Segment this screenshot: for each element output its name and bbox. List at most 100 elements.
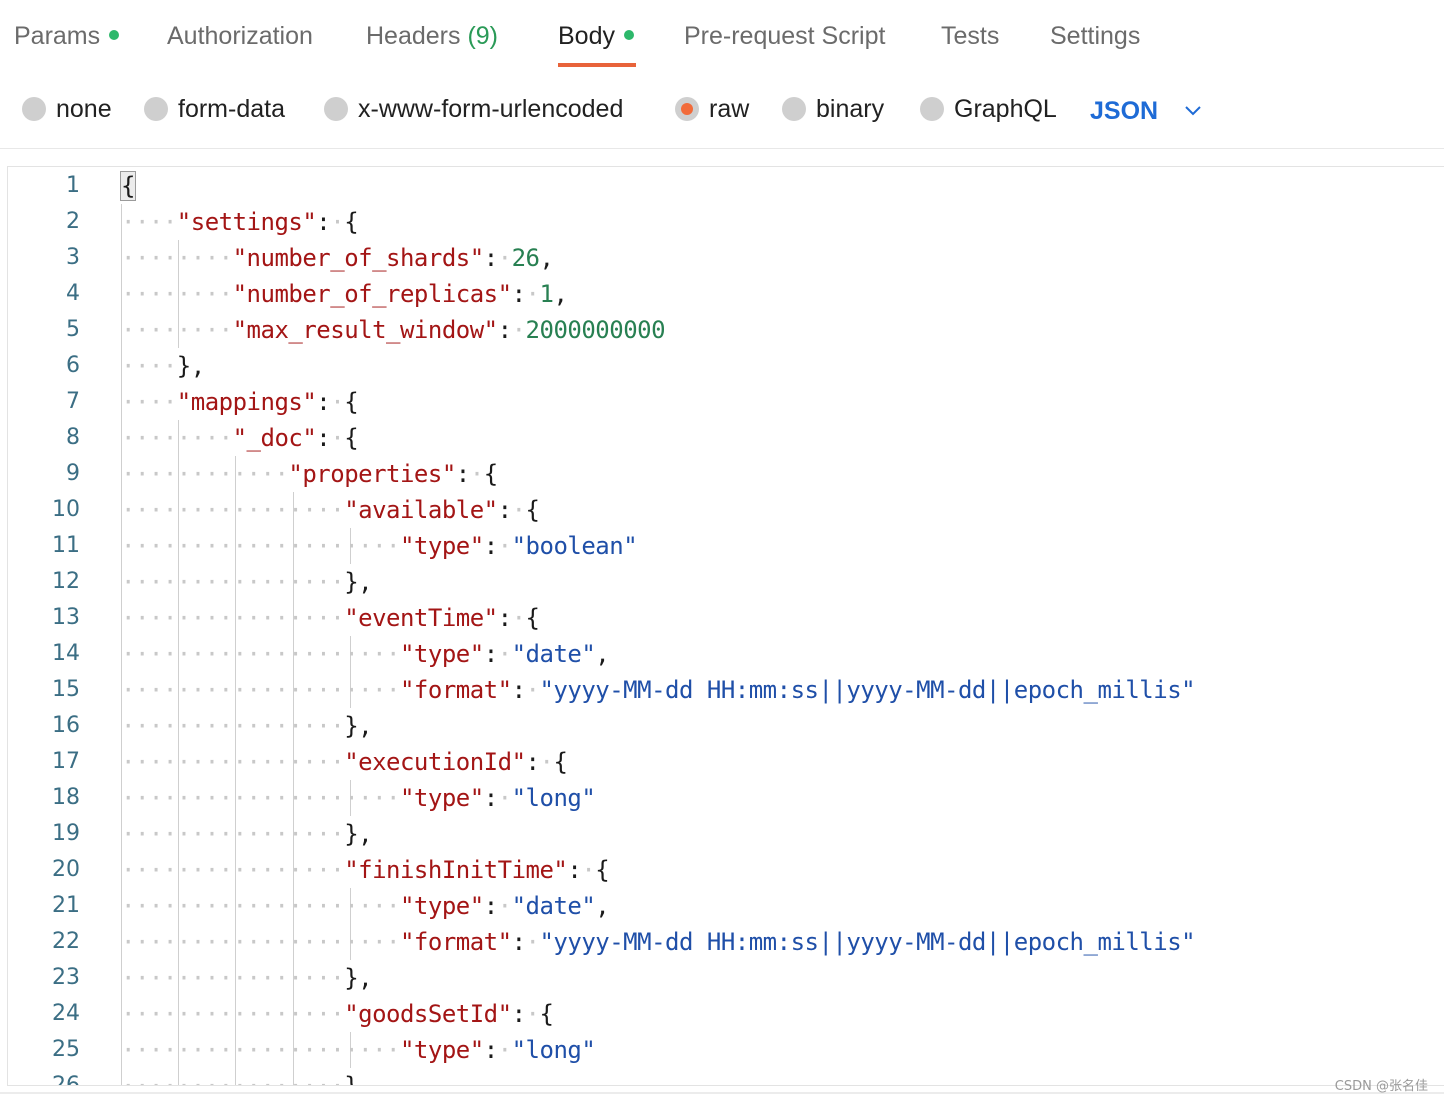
- body-type-binary[interactable]: binary: [782, 92, 884, 126]
- tab-pre-request-script[interactable]: Pre-request Script: [684, 18, 885, 54]
- line-number: 13: [52, 605, 80, 630]
- tab-tests-label: Tests: [941, 22, 1000, 50]
- code-text: ················},: [121, 712, 373, 740]
- tab-body[interactable]: Body: [558, 18, 634, 54]
- radio-graphql[interactable]: [920, 97, 944, 121]
- line-number: 25: [52, 1037, 80, 1062]
- line-number: 21: [52, 893, 80, 918]
- code-line: 13 ················"eventTime":·{: [8, 600, 1444, 636]
- code-text: ········"number_of_replicas":·1,: [121, 280, 568, 308]
- code-text: ····················"format":·"yyyy-MM-d…: [121, 928, 1196, 956]
- tab-params-status-dot: [109, 30, 120, 40]
- code-line: 18 ····················"type":·"long": [8, 780, 1444, 816]
- tab-params-label: Params: [14, 22, 101, 50]
- request-tabs: Params Authorization Headers (9) Body Pr…: [0, 0, 1444, 70]
- line-number: 12: [52, 569, 80, 594]
- code-text: ····"settings":·{: [121, 208, 359, 236]
- code-line: 14 ····················"type":·"date",: [8, 636, 1444, 672]
- code-text: ····················"type":·"date",: [121, 640, 610, 668]
- code-line: 1{: [8, 168, 1444, 204]
- tab-params[interactable]: Params: [14, 18, 120, 54]
- radio-none[interactable]: [22, 97, 46, 121]
- active-tab-underline: [558, 63, 636, 67]
- radio-x-www-form-urlencoded[interactable]: [324, 97, 348, 121]
- watermark: CSDN @张名佳: [1334, 1079, 1428, 1094]
- body-type-selector: none form-data x-www-form-urlencoded raw…: [0, 84, 1444, 134]
- code-line: 8 ········"_doc":·{: [8, 420, 1444, 456]
- line-number: 18: [52, 785, 80, 810]
- code-line: 26 ················},: [8, 1068, 1444, 1086]
- code-line: 11 ····················"type":·"boolean": [8, 528, 1444, 564]
- line-number: 15: [52, 677, 80, 702]
- line-number: 9: [66, 461, 80, 486]
- code-text: ················"finishInitTime":·{: [121, 856, 610, 884]
- body-type-form-data[interactable]: form-data: [144, 92, 285, 126]
- code-text: ················},: [121, 1072, 373, 1086]
- body-type-none[interactable]: none: [22, 92, 112, 126]
- radio-raw-selected[interactable]: [675, 97, 699, 121]
- line-number: 1: [66, 173, 80, 198]
- body-type-raw[interactable]: raw: [675, 92, 749, 126]
- raw-language-dropdown[interactable]: JSON: [1090, 92, 1202, 126]
- code-text: ········"_doc":·{: [121, 424, 359, 452]
- code-text: ····"mappings":·{: [121, 388, 359, 416]
- line-number: 22: [52, 929, 80, 954]
- code-line: 9 ············"properties":·{: [8, 456, 1444, 492]
- line-number: 23: [52, 965, 80, 990]
- code-text: ················"executionId":·{: [121, 748, 568, 776]
- code-text: {: [120, 171, 136, 201]
- tab-pre-request-script-label: Pre-request Script: [684, 22, 886, 50]
- code-text: ····················"type":·"long": [121, 784, 596, 812]
- radio-form-data[interactable]: [144, 97, 168, 121]
- code-text: ············"properties":·{: [121, 460, 498, 488]
- code-text: ················"goodsSetId":·{: [121, 1000, 554, 1028]
- code-line: 25 ····················"type":·"long": [8, 1032, 1444, 1068]
- code-line: 6 ····},: [8, 348, 1444, 384]
- body-type-raw-label: raw: [709, 95, 750, 123]
- code-line: 17 ················"executionId":·{: [8, 744, 1444, 780]
- code-text: ········"max_result_window":·2000000000: [121, 316, 666, 344]
- raw-language-label: JSON: [1090, 97, 1159, 125]
- body-type-graphql[interactable]: GraphQL: [920, 92, 1057, 126]
- body-type-x-www-form-urlencoded[interactable]: x-www-form-urlencoded: [324, 92, 623, 126]
- code-text: ················"eventTime":·{: [121, 604, 540, 632]
- editor-bottom-border: [0, 1092, 1444, 1094]
- line-number: 7: [66, 389, 80, 414]
- tab-tests[interactable]: Tests: [941, 18, 999, 54]
- radio-binary[interactable]: [782, 97, 806, 121]
- code-text: ················},: [121, 568, 373, 596]
- tab-headers-count: (9): [467, 22, 499, 50]
- line-number: 17: [52, 749, 80, 774]
- tab-authorization[interactable]: Authorization: [167, 18, 313, 54]
- code-line: 19 ················},: [8, 816, 1444, 852]
- tab-settings[interactable]: Settings: [1050, 18, 1140, 54]
- code-line: 15 ····················"format":·"yyyy-MM…: [8, 672, 1444, 708]
- line-number: 19: [52, 821, 80, 846]
- tab-settings-label: Settings: [1050, 22, 1141, 50]
- code-text: ················},: [121, 964, 373, 992]
- code-line: 4 ········"number_of_replicas":·1,: [8, 276, 1444, 312]
- code-text: ····················"type":·"boolean": [121, 532, 638, 560]
- line-number: 3: [66, 245, 80, 270]
- tab-headers[interactable]: Headers (9): [366, 18, 498, 54]
- line-number: 2: [66, 209, 80, 234]
- code-text: ····················"format":·"yyyy-MM-d…: [121, 676, 1196, 704]
- code-line: 2 ····"settings":·{: [8, 204, 1444, 240]
- line-number: 26: [52, 1073, 80, 1086]
- line-number: 14: [52, 641, 80, 666]
- tab-body-label: Body: [558, 22, 615, 50]
- json-code-editor[interactable]: 1{2 ····"settings":·{3 ········"number_of_…: [7, 166, 1444, 1086]
- line-number: 20: [52, 857, 80, 882]
- line-number: 4: [66, 281, 80, 306]
- code-text: ····················"type":·"long": [121, 1036, 596, 1064]
- line-number: 5: [66, 317, 80, 342]
- body-type-graphql-label: GraphQL: [954, 95, 1057, 123]
- chevron-down-icon: [1184, 92, 1202, 126]
- tab-headers-label: Headers: [366, 22, 461, 50]
- section-divider: [0, 148, 1444, 149]
- code-line: 23 ················},: [8, 960, 1444, 996]
- body-type-none-label: none: [56, 95, 112, 123]
- line-number: 6: [66, 353, 80, 378]
- line-number: 8: [66, 425, 80, 450]
- line-number: 24: [52, 1001, 80, 1026]
